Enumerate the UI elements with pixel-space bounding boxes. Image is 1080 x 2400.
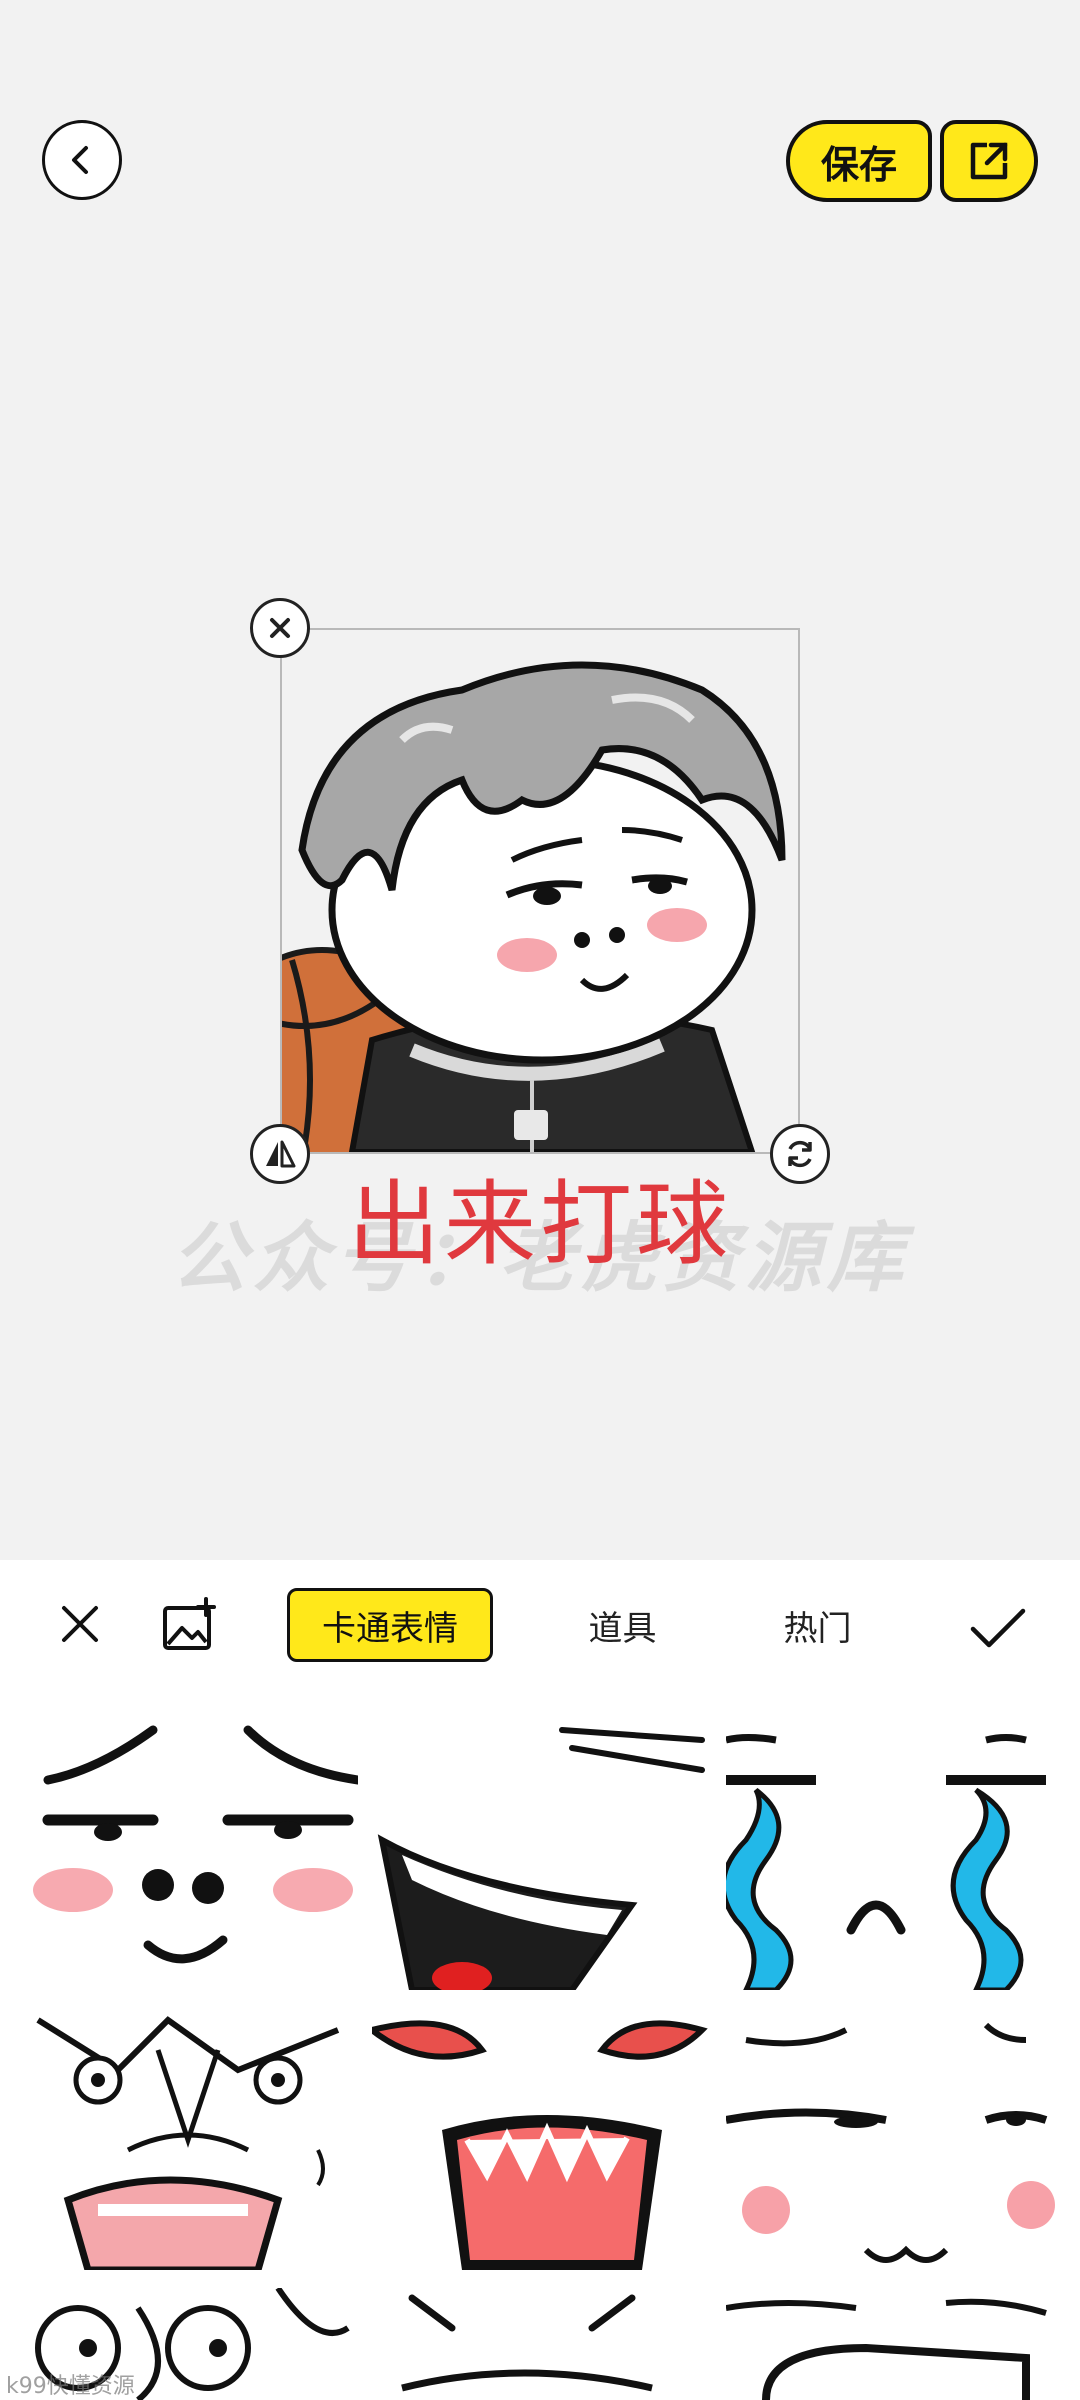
close-icon <box>62 1606 98 1642</box>
sticker-option[interactable] <box>18 2010 358 2270</box>
confirm-button[interactable] <box>966 1596 1030 1660</box>
close-panel-button[interactable] <box>52 1596 108 1652</box>
sticker-option[interactable] <box>726 2288 1066 2400</box>
sticker-option[interactable] <box>18 1720 358 1990</box>
image-add-icon <box>163 1597 216 1650</box>
sticker-option[interactable] <box>372 2288 712 2400</box>
save-button[interactable]: 保存 <box>786 120 932 202</box>
chevron-left-icon <box>72 146 88 174</box>
share-button[interactable] <box>940 120 1038 202</box>
sticker-selection-frame <box>280 628 800 1154</box>
sticker-option[interactable] <box>372 1720 712 1990</box>
check-icon <box>970 1608 1026 1648</box>
add-image-button[interactable] <box>158 1594 220 1656</box>
tab-hot[interactable]: 热门 <box>755 1588 880 1662</box>
external-link-icon <box>970 142 1008 180</box>
tab-cartoon-stickers[interactable]: 卡通表情 <box>287 1588 493 1662</box>
corner-watermark: k99快懂资源 <box>6 2374 135 2399</box>
close-icon <box>270 618 290 638</box>
back-button[interactable] <box>42 120 122 200</box>
sticker-option[interactable] <box>726 1720 1066 1990</box>
sticker-delete-button[interactable] <box>250 598 310 658</box>
sticker-caption[interactable]: 出来打球 <box>0 1150 1080 1283</box>
tab-props[interactable]: 道具 <box>560 1588 685 1662</box>
sticker-option[interactable] <box>372 2010 712 2270</box>
sticker-option[interactable] <box>726 2010 1066 2270</box>
